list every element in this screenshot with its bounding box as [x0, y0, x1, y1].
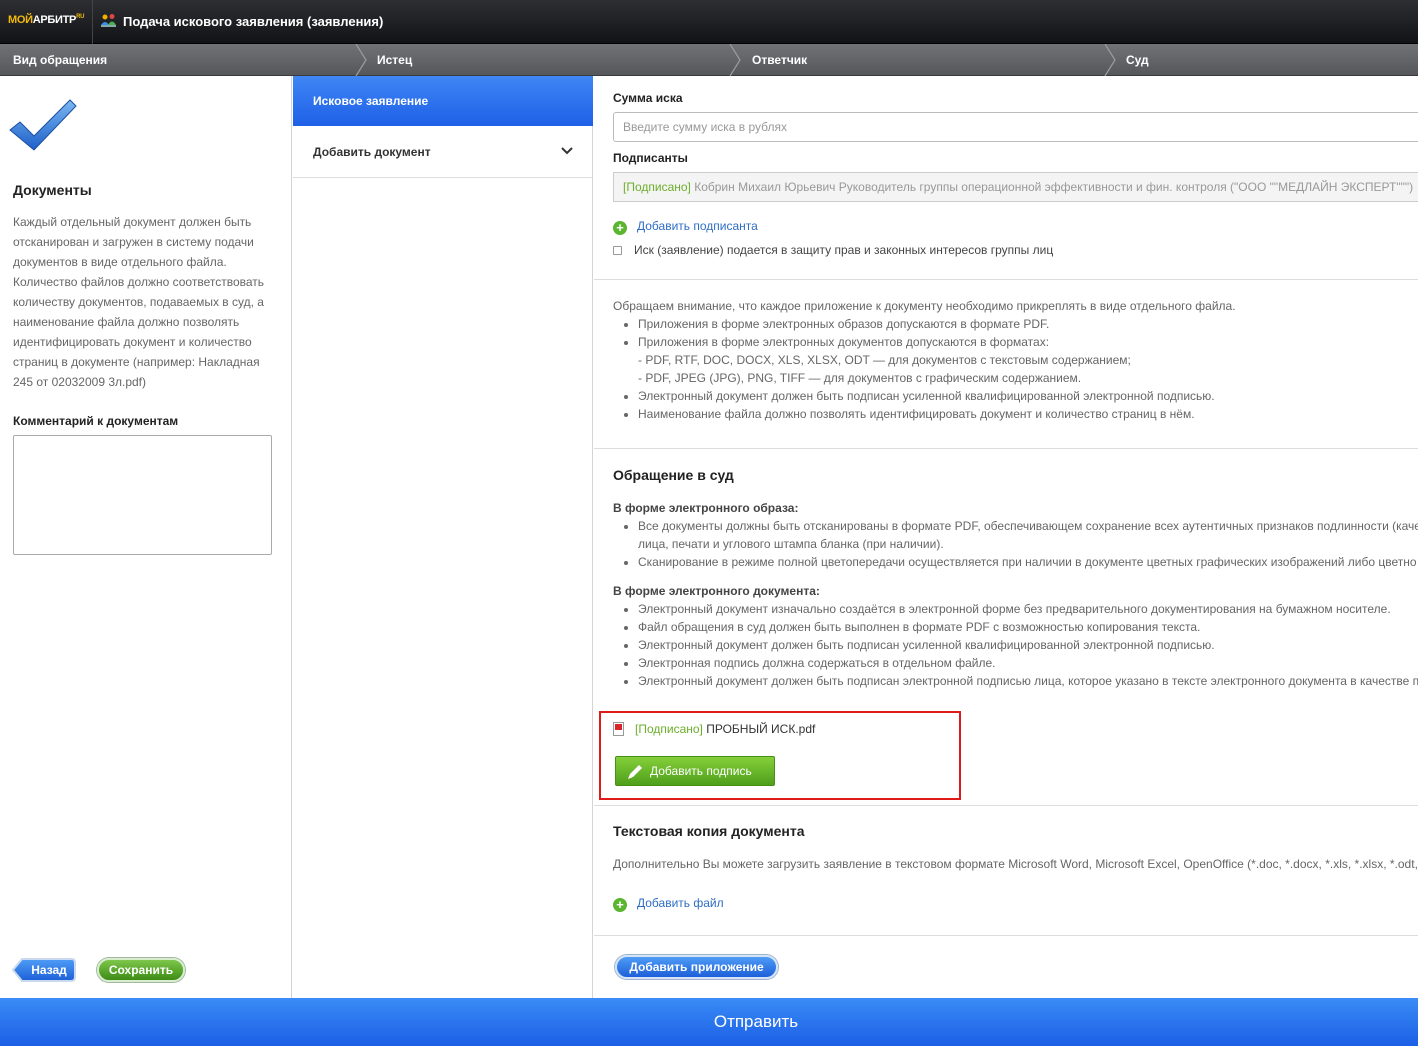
step-separator-icon [1104, 44, 1116, 76]
pdf-file-icon [613, 722, 624, 736]
top-bar: МОЙАРБИТРRU Подача искового заявления (з… [0, 0, 1418, 44]
image-form-list: Все документы должны быть отсканированы … [613, 517, 1418, 571]
documents-nav: Исковое заявление Добавить документ [293, 76, 593, 998]
signer-status: [Подписано] [623, 180, 691, 194]
form-panel: Сумма иска Введите сумму иска в рублях П… [594, 76, 1418, 998]
attachment-notice: Обращаем внимание, что каждое приложение… [613, 297, 1236, 423]
plus-icon: + [613, 898, 627, 912]
sum-input[interactable]: Введите сумму иска в рублях [613, 112, 1418, 142]
back-button[interactable]: Назад [12, 958, 76, 982]
checkmark-icon [9, 99, 77, 151]
add-file-link[interactable]: + Добавить файл [613, 896, 724, 912]
documents-heading: Документы [13, 182, 92, 198]
signer-name: Кобрин Михаил Юрьевич Руководитель групп… [690, 180, 1414, 194]
add-signer-link[interactable]: + Добавить подписанта [613, 219, 758, 235]
group-rights-checkbox[interactable] [613, 246, 622, 255]
file-name: ПРОБНЫЙ ИСК.pdf [702, 722, 816, 736]
chevron-down-icon [561, 147, 573, 155]
document-form-heading: В форме электронного документа: [613, 584, 820, 598]
divider [594, 805, 1418, 806]
step-request-type[interactable]: Вид обращения [13, 44, 107, 76]
text-copy-description: Дополнительно Вы можете загрузить заявле… [613, 857, 1418, 871]
step-plaintiff[interactable]: Истец [377, 44, 412, 76]
submit-button[interactable]: Отправить [0, 998, 1418, 1046]
add-appendix-button[interactable]: Добавить приложение [615, 955, 778, 979]
comment-label: Комментарий к документам [13, 414, 179, 428]
left-panel: Документы Каждый отдельный документ долж… [0, 76, 292, 998]
add-signature-button[interactable]: Добавить подпись [615, 756, 775, 786]
nav-item-add-document[interactable]: Добавить документ [293, 126, 593, 178]
group-rights-label: Иск (заявление) подается в защиту прав и… [634, 243, 1054, 257]
page-title: Подача искового заявления (заявления) [123, 14, 384, 29]
document-form-list: Электронный документ изначально создаётс… [613, 600, 1418, 690]
step-defendant[interactable]: Ответчик [752, 44, 807, 76]
divider [594, 279, 1418, 280]
court-heading: Обращение в суд [613, 467, 734, 483]
logo-text: МОЙАРБИТРRU [8, 14, 85, 26]
sum-label: Сумма иска [613, 91, 683, 105]
back-button-label: Назад [31, 963, 67, 977]
step-court[interactable]: Суд [1126, 44, 1149, 76]
image-form-heading: В форме электронного образа: [613, 501, 799, 515]
file-status: [Подписано] [635, 722, 703, 736]
bottom-bar: Отправить [0, 998, 1418, 1046]
divider [594, 448, 1418, 449]
attached-file[interactable]: [Подписано] ПРОБНЫЙ ИСК.pdf [613, 722, 815, 736]
save-button[interactable]: Сохранить [97, 958, 185, 982]
step-separator-icon [729, 44, 741, 76]
group-rights-row[interactable]: Иск (заявление) подается в защиту прав и… [613, 243, 1053, 257]
text-copy-heading: Текстовая копия документа [613, 823, 805, 839]
comment-textarea[interactable] [13, 435, 272, 555]
add-signature-label: Добавить подпись [650, 764, 752, 778]
people-icon [101, 14, 116, 27]
signers-label: Подписанты [613, 151, 688, 165]
wizard-steps: Вид обращения Истец Ответчик Суд [0, 44, 1418, 76]
logo[interactable]: МОЙАРБИТРRU [0, 0, 93, 44]
add-document-label: Добавить документ [313, 145, 431, 159]
divider [594, 935, 1418, 936]
pencil-icon [628, 765, 642, 779]
documents-description: Каждый отдельный документ должен быть от… [13, 215, 265, 389]
plus-icon: + [613, 221, 627, 235]
signer-field: [Подписано] Кобрин Михаил Юрьевич Руково… [613, 172, 1418, 202]
nav-item-claim[interactable]: Исковое заявление [293, 76, 593, 126]
step-separator-icon [355, 44, 367, 76]
